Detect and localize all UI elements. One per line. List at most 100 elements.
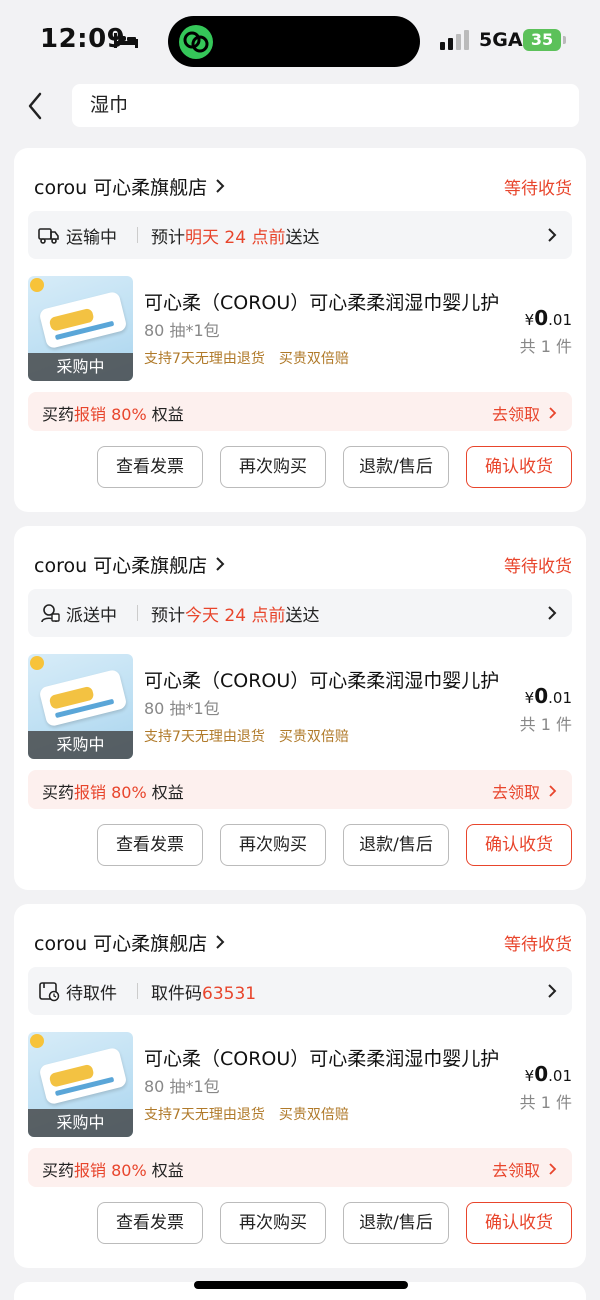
wipes-pack-image	[38, 668, 128, 728]
network-type: 5GA	[479, 29, 523, 51]
quantity: 共 1 件	[519, 715, 572, 734]
shipping-state: 派送中	[66, 606, 117, 626]
tag-return: 支持7天无理由退货	[144, 351, 265, 367]
chevron-right-icon	[548, 606, 557, 620]
order-status: 等待收货	[504, 179, 572, 199]
chevron-right-icon	[549, 1163, 557, 1175]
shipping-bar[interactable]: 派送中 预计今天 24 点前送达	[28, 589, 572, 637]
battery-icon	[563, 36, 566, 44]
promo-banner[interactable]: 买药报销 80% 权益 去领取	[28, 392, 572, 431]
product-image[interactable]: 采购中	[28, 1032, 133, 1137]
tag-price-guarantee: 买贵双倍赔	[278, 351, 349, 367]
pickup-code: 取件码63531	[151, 984, 257, 1004]
confirm-receipt-button[interactable]: 确认收货	[466, 446, 572, 488]
price: ¥0.01	[524, 306, 572, 330]
shop-link[interactable]: corou 可心柔旗舰店	[34, 550, 227, 578]
tag-return: 支持7天无理由退货	[144, 729, 265, 745]
shop-name: corou 可心柔旗舰店	[34, 176, 208, 199]
chevron-right-icon	[216, 557, 225, 571]
buy-again-button[interactable]: 再次购买	[220, 446, 326, 488]
chevron-right-icon	[549, 407, 557, 419]
quantity: 共 1 件	[519, 337, 572, 356]
battery-level: 35	[523, 29, 561, 51]
confirm-receipt-button[interactable]: 确认收货	[466, 1202, 572, 1244]
shop-name: corou 可心柔旗舰店	[34, 932, 208, 955]
shipping-bar[interactable]: 运输中 预计明天 24 点前送达	[28, 211, 572, 259]
promo-text: 买药报销 80% 权益	[42, 1161, 184, 1180]
order-status: 等待收货	[504, 935, 572, 955]
shop-link[interactable]: corou 可心柔旗舰店	[34, 928, 227, 956]
order-card: corou 可心柔旗舰店 等待收货 派送中 预计今天 24 点前送达 采购中 可…	[14, 526, 586, 890]
tag-return: 支持7天无理由退货	[144, 1107, 265, 1123]
divider	[137, 983, 138, 999]
quantity: 共 1 件	[519, 1093, 572, 1112]
product-name[interactable]: 可心柔（COROU）可心柔柔润湿巾婴儿护	[144, 1044, 499, 1071]
buy-again-button[interactable]: 再次购买	[220, 824, 326, 866]
view-invoice-button[interactable]: 查看发票	[97, 824, 203, 866]
delivery-estimate: 预计明天 24 点前送达	[151, 228, 320, 248]
shipping-state: 运输中	[66, 228, 117, 248]
service-tags: 支持7天无理由退货 买贵双倍赔	[144, 348, 349, 368]
promo-text: 买药报销 80% 权益	[42, 405, 184, 424]
shipping-bar[interactable]: 待取件 取件码63531	[28, 967, 572, 1015]
shop-name: corou 可心柔旗舰店	[34, 554, 208, 577]
product-spec: 80 抽*1包	[144, 1077, 220, 1096]
chevron-right-icon	[548, 228, 557, 242]
claim-link[interactable]: 去领取	[492, 779, 558, 803]
tag-price-guarantee: 买贵双倍赔	[278, 1107, 349, 1123]
divider	[137, 227, 138, 243]
chevron-right-icon	[216, 935, 225, 949]
chevron-right-icon	[216, 179, 225, 193]
refund-button[interactable]: 退款/售后	[343, 1202, 449, 1244]
wipes-pack-image	[38, 1046, 128, 1106]
delivery-estimate: 预计今天 24 点前送达	[151, 606, 320, 626]
service-tags: 支持7天无理由退货 买贵双倍赔	[144, 1104, 349, 1124]
sleep-focus-icon	[114, 33, 138, 48]
product-spec: 80 抽*1包	[144, 321, 220, 340]
promo-banner[interactable]: 买药报销 80% 权益 去领取	[28, 770, 572, 809]
search-input[interactable]: 湿巾	[72, 84, 579, 127]
flower-decoration	[30, 278, 44, 292]
tag-price-guarantee: 买贵双倍赔	[278, 729, 349, 745]
confirm-receipt-button[interactable]: 确认收货	[466, 824, 572, 866]
order-card: corou 可心柔旗舰店 等待收货 运输中 预计明天 24 点前送达 采购中 可…	[14, 148, 586, 512]
image-caption: 采购中	[28, 1109, 133, 1137]
product-name[interactable]: 可心柔（COROU）可心柔柔润湿巾婴儿护	[144, 288, 499, 315]
product-image[interactable]: 采购中	[28, 654, 133, 759]
buy-again-button[interactable]: 再次购买	[220, 1202, 326, 1244]
view-invoice-button[interactable]: 查看发票	[97, 1202, 203, 1244]
product-name[interactable]: 可心柔（COROU）可心柔柔润湿巾婴儿护	[144, 666, 499, 693]
image-caption: 采购中	[28, 731, 133, 759]
wipes-pack-image	[38, 290, 128, 350]
product-spec: 80 抽*1包	[144, 699, 220, 718]
view-invoice-button[interactable]: 查看发票	[97, 446, 203, 488]
app-activity-icon	[179, 25, 213, 59]
product-image[interactable]: 采购中	[28, 276, 133, 381]
truck-icon	[38, 228, 59, 244]
back-arrow-icon[interactable]	[22, 88, 50, 124]
home-indicator[interactable]	[194, 1281, 408, 1289]
service-tags: 支持7天无理由退货 买贵双倍赔	[144, 726, 349, 746]
order-status: 等待收货	[504, 557, 572, 577]
shipping-state: 待取件	[66, 984, 117, 1004]
promo-banner[interactable]: 买药报销 80% 权益 去领取	[28, 1148, 572, 1187]
cellular-signal-icon	[440, 30, 469, 50]
claim-link[interactable]: 去领取	[492, 1157, 558, 1181]
order-card: corou 可心柔旗舰店 等待收货 待取件 取件码63531 采购中 可心柔（C…	[14, 904, 586, 1268]
divider	[137, 605, 138, 621]
promo-text: 买药报销 80% 权益	[42, 783, 184, 802]
refund-button[interactable]: 退款/售后	[343, 446, 449, 488]
pickup-locker-icon	[39, 982, 60, 1002]
status-bar: 12:09 5GA 35	[0, 0, 600, 80]
flower-decoration	[30, 1034, 44, 1048]
courier-icon	[41, 604, 60, 623]
refund-button[interactable]: 退款/售后	[343, 824, 449, 866]
chevron-right-icon	[548, 984, 557, 998]
price: ¥0.01	[524, 684, 572, 708]
claim-link[interactable]: 去领取	[492, 401, 558, 425]
price: ¥0.01	[524, 1062, 572, 1086]
flower-decoration	[30, 656, 44, 670]
shop-link[interactable]: corou 可心柔旗舰店	[34, 172, 227, 200]
chevron-right-icon	[549, 785, 557, 797]
image-caption: 采购中	[28, 353, 133, 381]
